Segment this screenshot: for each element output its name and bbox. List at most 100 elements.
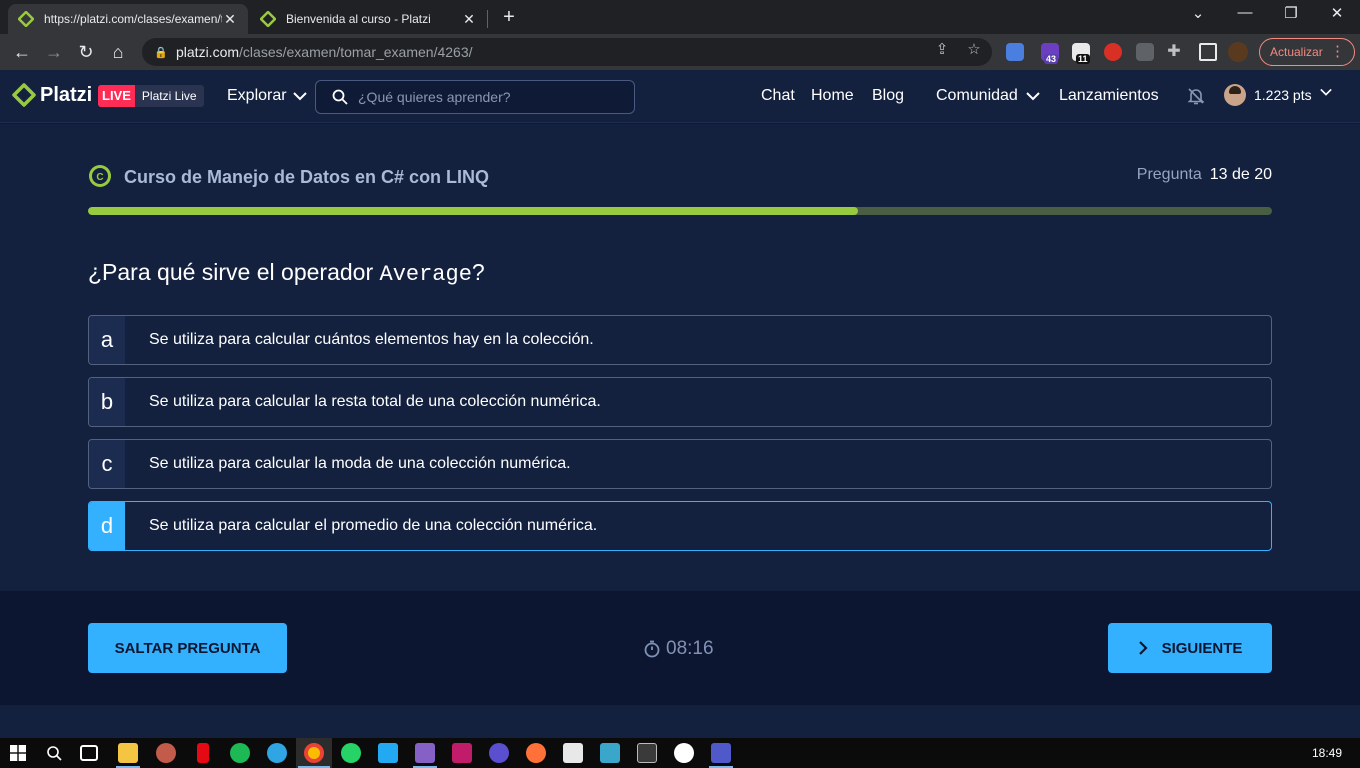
teams-icon[interactable]: [711, 743, 731, 763]
browser-toolbar: ← → ↻ ⌂ 🔒 platzi.com/clases/examen/tomar…: [0, 34, 1360, 70]
chrome-icon[interactable]: [304, 743, 324, 763]
app-icon[interactable]: [674, 743, 694, 763]
option-text: Se utiliza para calcular cuántos element…: [149, 331, 594, 348]
bookmark-star-icon[interactable]: ☆: [966, 40, 982, 58]
live-badge: LIVE: [98, 85, 135, 107]
chevron-down-icon: [1026, 92, 1040, 101]
chevron-down-icon: [292, 92, 307, 101]
platzi-logo-icon: [12, 83, 36, 107]
edge-icon[interactable]: [267, 743, 287, 763]
user-avatar[interactable]: [1224, 84, 1246, 106]
skip-question-button[interactable]: SALTAR PREGUNTA: [88, 623, 287, 673]
menu-dots-icon: ⋮: [1330, 43, 1345, 60]
nav-home[interactable]: Home: [811, 87, 854, 105]
nav-chat[interactable]: Chat: [761, 87, 795, 105]
address-bar[interactable]: 🔒 platzi.com/clases/examen/tomar_examen/…: [142, 38, 992, 66]
stopwatch-icon: [644, 640, 660, 658]
minimize-icon[interactable]: —: [1222, 4, 1268, 21]
question-code: Average: [379, 262, 472, 287]
nav-community[interactable]: Comunidad: [936, 87, 1040, 105]
tab-search-chevron-icon[interactable]: ⌄: [1175, 4, 1221, 22]
nav-blog[interactable]: Blog: [872, 87, 904, 105]
explore-menu[interactable]: Explorar: [227, 87, 307, 105]
new-tab-icon[interactable]: +: [498, 6, 520, 29]
platzi-logo[interactable]: Platzi: [12, 83, 92, 107]
search-input[interactable]: [358, 89, 628, 105]
vscode-icon[interactable]: [378, 743, 398, 763]
question-number: 13 de 20: [1209, 166, 1272, 183]
exam-footer: SALTAR PREGUNTA 08:16 SIGUIENTE: [0, 591, 1360, 705]
search-box: [315, 80, 635, 114]
spotify-icon[interactable]: [230, 743, 250, 763]
exam-progress-fill: [88, 207, 858, 215]
explore-label: Explorar: [227, 87, 287, 104]
side-panel-icon[interactable]: [1199, 43, 1217, 61]
back-arrow-icon[interactable]: ←: [10, 40, 34, 64]
jetbrains-icon[interactable]: [452, 743, 472, 763]
task-view-icon[interactable]: [80, 745, 98, 761]
puzzle-extensions-icon[interactable]: ✚: [1166, 41, 1182, 61]
question-prefix: ¿Para qué sirve el operador: [88, 259, 380, 285]
home-icon[interactable]: ⌂: [106, 40, 130, 64]
chevron-right-icon: [1138, 641, 1148, 655]
option-letter: d: [89, 502, 125, 550]
answer-option-a[interactable]: a Se utiliza para calcular cuántos eleme…: [88, 315, 1272, 365]
taskbar-search-icon[interactable]: [46, 745, 62, 761]
answer-option-c[interactable]: c Se utiliza para calcular la moda de un…: [88, 439, 1272, 489]
browser-tab[interactable]: Bienvenida al curso - Platzi ✕: [250, 4, 487, 34]
profile-avatar[interactable]: [1228, 42, 1248, 62]
site-header: Platzi LIVE Platzi Live Explorar Chat Ho…: [0, 70, 1360, 123]
system-clock: 18:49: [1311, 746, 1342, 760]
exam-main: C Curso de Manejo de Datos en C# con LIN…: [0, 124, 1360, 591]
browser-tab-active[interactable]: https://platzi.com/clases/examen/tomar_e…: [8, 4, 248, 34]
page-bottom: [0, 705, 1360, 738]
option-text: Se utiliza para calcular la resta total …: [149, 393, 601, 410]
course-badge-icon: C: [89, 165, 111, 187]
platzi-live-link[interactable]: LIVE Platzi Live: [98, 85, 204, 107]
user-points: 1.223 pts: [1254, 87, 1312, 103]
extension-icon[interactable]: [1104, 43, 1122, 61]
update-button[interactable]: Actualizar ⋮: [1259, 38, 1355, 66]
chevron-down-icon[interactable]: [1320, 87, 1332, 97]
app-icon[interactable]: [600, 743, 620, 763]
logo-wordmark: Platzi: [40, 83, 93, 106]
visual-studio-icon[interactable]: [415, 743, 435, 763]
answer-option-b[interactable]: b Se utiliza para calcular la resta tota…: [88, 377, 1272, 427]
exam-timer: 08:16: [644, 638, 714, 660]
next-label: SIGUIENTE: [1161, 639, 1243, 657]
exam-progress-bar: [88, 207, 1272, 215]
nav-releases[interactable]: Lanzamientos: [1059, 87, 1159, 105]
question-label: Pregunta: [1136, 166, 1202, 183]
maximize-icon[interactable]: ❐: [1268, 4, 1314, 22]
app-icon[interactable]: [156, 743, 176, 763]
translate-extension-icon[interactable]: [1006, 43, 1024, 61]
whatsapp-icon[interactable]: [341, 743, 361, 763]
terminal-icon[interactable]: [637, 743, 657, 763]
platzi-favicon-icon: [260, 11, 276, 27]
forward-arrow-icon[interactable]: →: [42, 40, 66, 64]
tab-close-icon[interactable]: ✕: [461, 11, 477, 28]
netflix-icon[interactable]: [197, 743, 209, 763]
app-icon[interactable]: [563, 743, 583, 763]
question-counter: Pregunta 13 de 20: [1137, 166, 1272, 184]
search-icon: [332, 89, 348, 105]
share-icon[interactable]: ⇪: [934, 40, 950, 58]
extension-badge: 43: [1044, 54, 1059, 64]
url-path: /clases/examen/tomar_examen/4263/: [239, 44, 473, 60]
extension-icon[interactable]: [1136, 43, 1154, 61]
notifications-off-bell-icon[interactable]: [1186, 86, 1206, 106]
reload-icon[interactable]: ↻: [74, 40, 98, 64]
next-question-button[interactable]: SIGUIENTE: [1108, 623, 1272, 673]
answer-option-d[interactable]: d Se utiliza para calcular el promedio d…: [88, 501, 1272, 551]
tab-close-icon[interactable]: ✕: [222, 11, 238, 28]
tab-title: https://platzi.com/clases/examen/tomar_e…: [44, 12, 222, 26]
question-text: ¿Para qué sirve el operador Average?: [88, 259, 485, 287]
url-host: platzi.com: [176, 44, 240, 60]
app-icon[interactable]: [489, 743, 509, 763]
option-text: Se utiliza para calcular la moda de una …: [149, 455, 571, 472]
file-explorer-icon[interactable]: [118, 743, 138, 763]
tab-title: Bienvenida al curso - Platzi: [286, 12, 431, 26]
close-window-icon[interactable]: ✕: [1314, 4, 1360, 22]
app-icon[interactable]: [526, 743, 546, 763]
windows-start-icon[interactable]: [10, 745, 26, 761]
